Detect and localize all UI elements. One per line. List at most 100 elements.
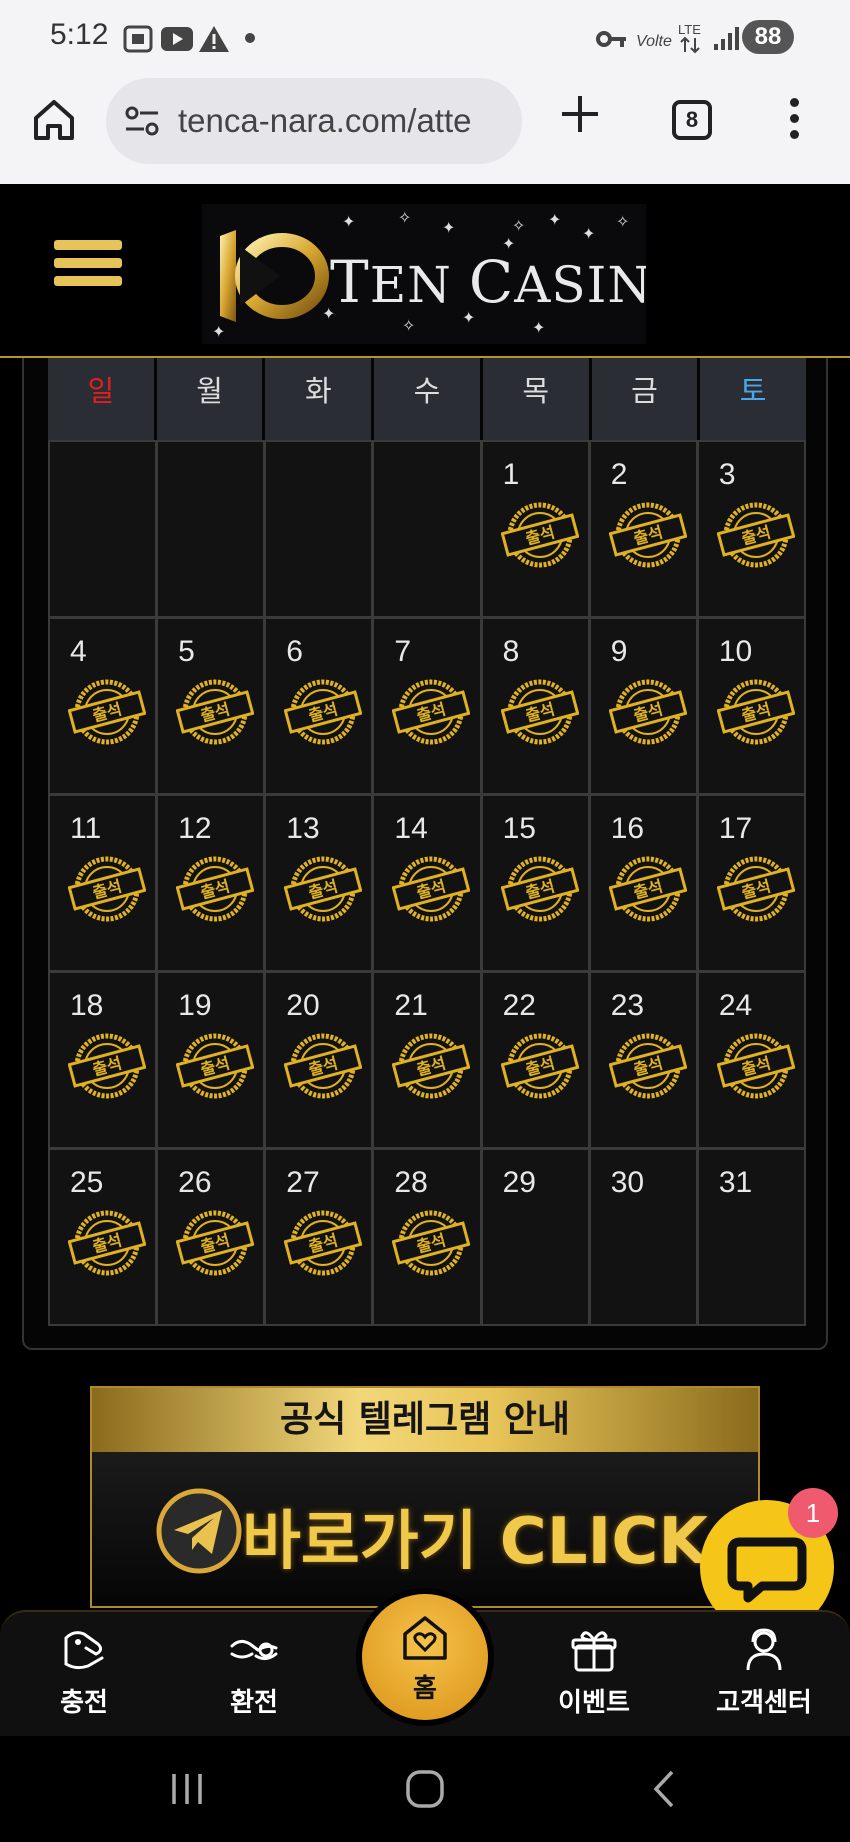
calendar-day-cell[interactable]: 15 출석 bbox=[482, 796, 588, 970]
nav-support[interactable]: 고객센터 bbox=[704, 1612, 824, 1738]
calendar-day-cell[interactable]: 10 출석 bbox=[698, 619, 804, 793]
attendance-stamp-icon: 출석 bbox=[608, 502, 687, 568]
calendar-day-cell[interactable]: 29 bbox=[482, 1150, 588, 1324]
calendar-day-number: 15 bbox=[502, 812, 536, 845]
recent-apps-icon[interactable] bbox=[162, 1766, 212, 1812]
calendar-day-number: 21 bbox=[394, 989, 428, 1022]
calendar-day-cell[interactable]: 17 출석 bbox=[698, 796, 804, 970]
calendar-day-cell[interactable] bbox=[374, 442, 480, 616]
svg-text:LTE: LTE bbox=[678, 22, 701, 37]
back-icon[interactable] bbox=[640, 1766, 690, 1812]
calendar-day-cell[interactable] bbox=[266, 442, 372, 616]
system-home-icon[interactable] bbox=[400, 1766, 450, 1812]
calendar-day-number: 2 bbox=[610, 458, 628, 491]
attendance-stamp-icon: 출석 bbox=[284, 1210, 363, 1276]
weekday-label: 금 bbox=[591, 358, 698, 440]
weekday-label: 목 bbox=[482, 358, 589, 440]
calendar-day-number: 11 bbox=[70, 812, 102, 845]
telegram-icon bbox=[156, 1488, 242, 1574]
calendar-day-number: 13 bbox=[286, 812, 320, 845]
site-logo[interactable]: ✦ ✧ ✦ ✦ ✧ ✦ ✦ ✧ ✦ ✧ ✦ ✦ ✦ TEN CASINO bbox=[202, 204, 646, 344]
calendar-day-cell[interactable]: 16 출석 bbox=[590, 796, 696, 970]
calendar-day-number: 28 bbox=[394, 1166, 428, 1199]
attendance-stamp-icon: 출석 bbox=[716, 856, 795, 922]
calendar-day-cell[interactable]: 7 출석 bbox=[374, 619, 480, 793]
attendance-stamp-icon: 출석 bbox=[608, 679, 687, 745]
calendar-day-cell[interactable]: 13 출석 bbox=[266, 796, 372, 970]
calendar-day-cell[interactable]: 26 출석 bbox=[158, 1150, 264, 1324]
calendar-day-cell[interactable]: 18 출석 bbox=[50, 973, 156, 1147]
status-bar: 5:12 Volte LTE 88 bbox=[0, 0, 850, 72]
attendance-stamp-icon: 출석 bbox=[176, 679, 255, 745]
calendar-day-cell[interactable]: 1 출석 bbox=[482, 442, 588, 616]
calendar-day-number: 27 bbox=[286, 1166, 320, 1199]
attendance-stamp-icon: 출석 bbox=[392, 1210, 471, 1276]
home-icon[interactable] bbox=[30, 96, 78, 144]
calendar-day-number: 23 bbox=[610, 989, 645, 1022]
weekday-label: 화 bbox=[265, 358, 372, 440]
calendar-day-cell[interactable]: 6 출석 bbox=[266, 619, 372, 793]
calendar-day-cell[interactable]: 11 출석 bbox=[50, 796, 156, 970]
attendance-stamp-icon: 출석 bbox=[608, 1033, 687, 1099]
nav-withdraw[interactable]: 환전 bbox=[194, 1612, 314, 1738]
tab-switcher-button[interactable]: 8 bbox=[672, 100, 712, 140]
address-bar[interactable]: tenca-nara.com/atte bbox=[106, 78, 522, 164]
calendar-day-cell[interactable]: 4 출석 bbox=[50, 619, 156, 793]
system-navigation-bar bbox=[0, 1736, 850, 1842]
calendar-day-number: 22 bbox=[502, 989, 536, 1022]
lte-icon: LTE bbox=[678, 22, 701, 54]
calendar-day-cell[interactable] bbox=[158, 442, 264, 616]
hamburger-menu-icon[interactable] bbox=[54, 240, 122, 298]
calendar-day-cell[interactable]: 21 출석 bbox=[374, 973, 480, 1147]
calendar-day-number: 1 bbox=[502, 458, 520, 491]
calendar-day-cell[interactable]: 3 출석 bbox=[698, 442, 804, 616]
banner-title: 공식 텔레그램 안내 bbox=[92, 1388, 758, 1452]
nav-label: 홈 bbox=[413, 1674, 437, 1704]
calendar-day-cell[interactable]: 9 출석 bbox=[590, 619, 696, 793]
new-tab-icon[interactable] bbox=[558, 92, 602, 136]
calendar-day-number: 14 bbox=[394, 812, 428, 845]
calendar-day-cell[interactable]: 5 출석 bbox=[158, 619, 264, 793]
attendance-stamp-icon: 출석 bbox=[284, 1033, 363, 1099]
calendar-day-cell[interactable]: 12 출석 bbox=[158, 796, 264, 970]
calendar-day-cell[interactable]: 24 출석 bbox=[698, 973, 804, 1147]
attendance-stamp-icon: 출석 bbox=[716, 1033, 795, 1099]
calendar-weekday-header: 일 월 화 수 목 금 토 bbox=[48, 358, 806, 440]
calendar-day-number: 12 bbox=[178, 812, 212, 845]
withdraw-icon bbox=[230, 1639, 278, 1661]
browser-menu-icon[interactable] bbox=[786, 98, 802, 142]
calendar-day-cell[interactable]: 19 출석 bbox=[158, 973, 264, 1147]
calendar-day-cell[interactable]: 28 출석 bbox=[374, 1150, 480, 1324]
calendar-day-cell[interactable]: 25 출석 bbox=[50, 1150, 156, 1324]
site-settings-icon[interactable] bbox=[124, 104, 160, 138]
calendar-day-cell[interactable]: 23 출석 bbox=[590, 973, 696, 1147]
calendar-day-cell[interactable]: 27 출석 bbox=[266, 1150, 372, 1324]
calendar-day-number: 10 bbox=[718, 635, 753, 668]
attendance-stamp-icon: 출석 bbox=[392, 679, 471, 745]
calendar-day-number: 29 bbox=[502, 1166, 536, 1199]
attendance-stamp-icon: 출석 bbox=[716, 502, 795, 568]
attendance-stamp-icon: 출석 bbox=[392, 1033, 471, 1099]
calendar-day-cell[interactable]: 31 bbox=[698, 1150, 804, 1324]
browser-toolbar: tenca-nara.com/atte 8 bbox=[0, 72, 850, 184]
calendar-day-cell[interactable]: 2 출석 bbox=[590, 442, 696, 616]
calendar-day-number: 30 bbox=[610, 1166, 645, 1199]
chat-notification-badge: 1 bbox=[788, 1488, 838, 1538]
calendar-day-cell[interactable]: 14 출석 bbox=[374, 796, 480, 970]
nav-deposit[interactable]: 충전 bbox=[24, 1612, 144, 1738]
calendar-day-number: 6 bbox=[286, 635, 303, 668]
calendar-day-cell[interactable] bbox=[50, 442, 156, 616]
telegram-banner[interactable]: 공식 텔레그램 안내 바로가기 CLICK bbox=[90, 1386, 760, 1608]
calendar-day-cell[interactable]: 8 출석 bbox=[482, 619, 588, 793]
nav-home[interactable]: 홈 bbox=[362, 1594, 488, 1720]
calendar-day-cell[interactable]: 30 bbox=[590, 1150, 696, 1324]
nav-event[interactable]: 이벤트 bbox=[534, 1612, 654, 1738]
calendar-day-cell[interactable]: 22 출석 bbox=[482, 973, 588, 1147]
attendance-calendar: 일 월 화 수 목 금 토 1 출석 2 출석 3 출석 4 출석 5 출석 6 출석 7 출석 8 출석 9 출… bbox=[22, 358, 828, 1350]
screenshot-icon bbox=[123, 25, 153, 53]
url-text[interactable]: tenca-nara.com/atte bbox=[178, 102, 508, 140]
calendar-days: 1 출석 2 출석 3 출석 4 출석 5 출석 6 출석 7 출석 8 출석 9 출석 10 출석 11 출석 12 출석 1… bbox=[48, 440, 806, 1326]
calendar-day-number: 8 bbox=[502, 635, 520, 668]
weekday-label: 일 bbox=[48, 358, 154, 440]
calendar-day-cell[interactable]: 20 출석 bbox=[266, 973, 372, 1147]
